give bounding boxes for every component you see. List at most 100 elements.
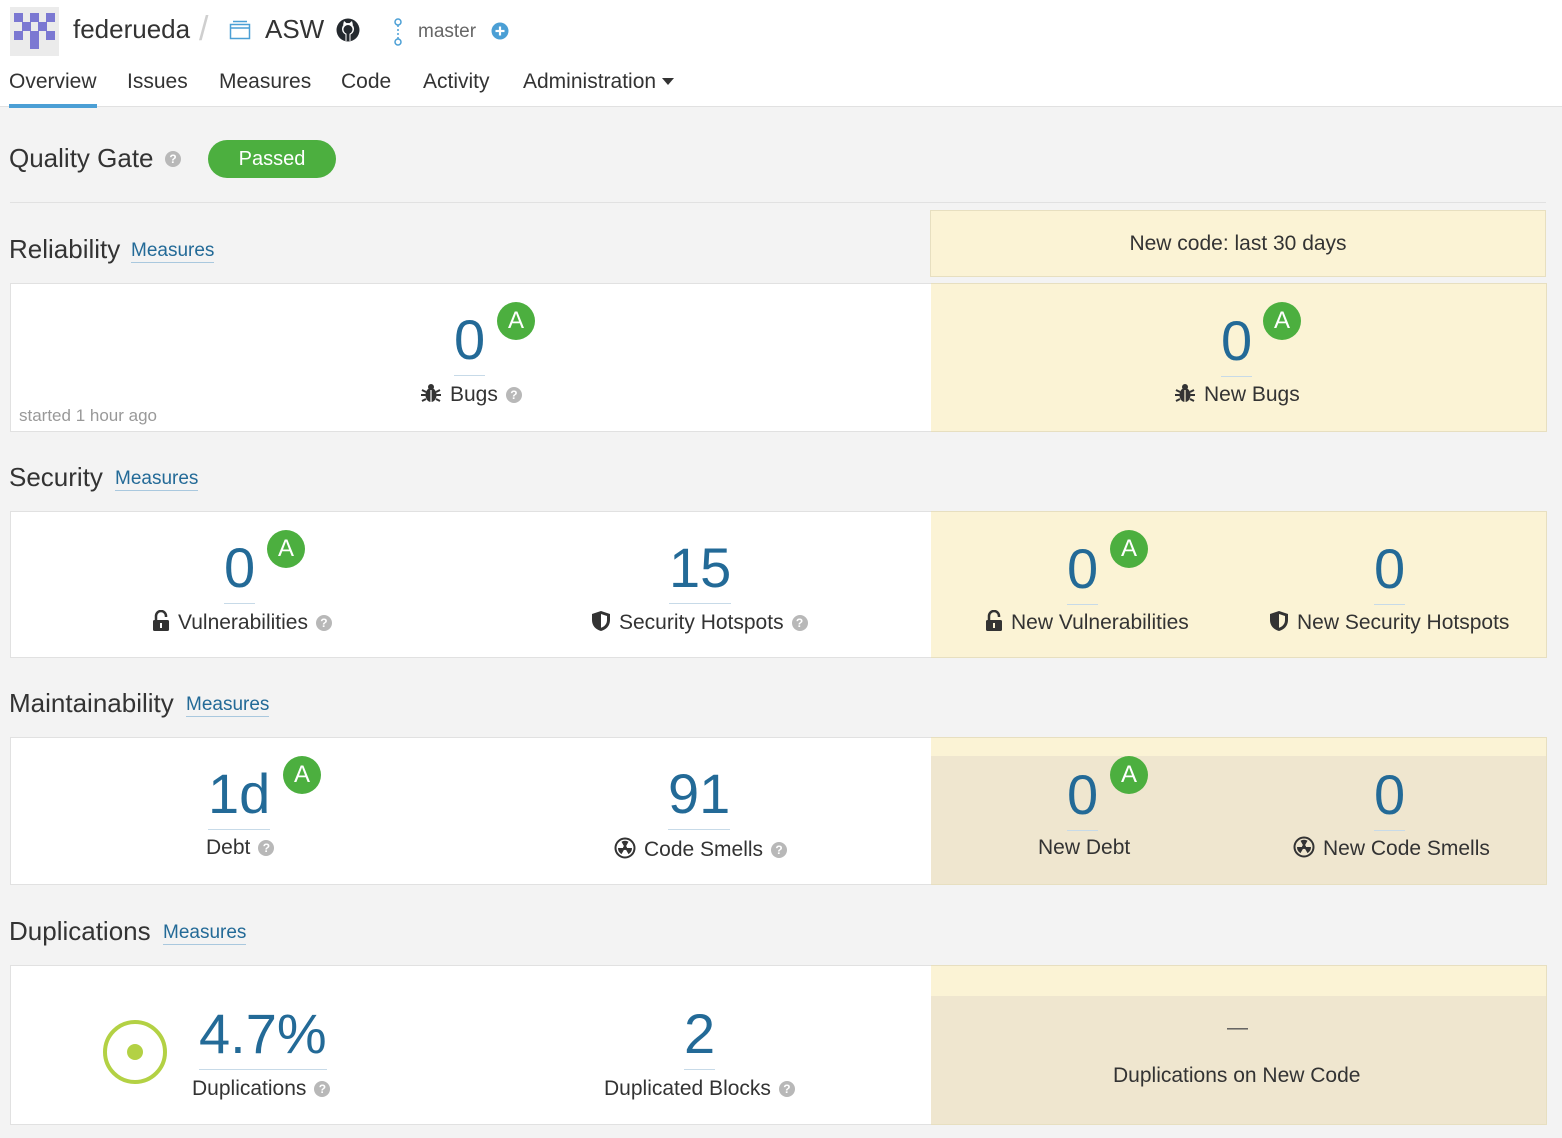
shield-icon (592, 611, 610, 631)
tab-administration-label: Administration (523, 70, 657, 93)
duplications-donut-icon (103, 1020, 167, 1084)
bugs-value-text: 0 (454, 308, 486, 371)
maintainability-title: Maintainability (9, 688, 174, 718)
duplicated-blocks-value[interactable]: 2 (684, 1002, 716, 1070)
new-debt-value[interactable]: 0 (1067, 763, 1099, 831)
code-smells-value[interactable]: 91 (668, 762, 731, 830)
help-icon[interactable]: ? (778, 1081, 795, 1097)
tab-measures[interactable]: Measures (219, 70, 311, 104)
project-header: federueda / ASW master Overview Issues M… (0, 0, 1562, 108)
help-icon[interactable]: ? (791, 615, 808, 631)
org-avatar[interactable] (10, 7, 59, 56)
debt-label-text: Debt (206, 836, 251, 859)
reliability-panel: 0 A Bugs? started 1 hour ago 0 A New Bug… (10, 283, 1547, 432)
vulnerabilities-label-text: Vulnerabilities (178, 611, 308, 634)
tab-issues[interactable]: Issues (127, 70, 188, 104)
debt-value-text: 1d (208, 762, 271, 825)
branch-name[interactable]: master (418, 21, 476, 43)
tab-code[interactable]: Code (341, 70, 391, 104)
github-icon[interactable] (335, 17, 361, 43)
new-bugs-rating[interactable]: A (1263, 302, 1301, 340)
new-bugs-value-text: 0 (1221, 309, 1253, 372)
new-vulnerabilities-rating[interactable]: A (1110, 530, 1148, 568)
duplications-panel: 4.7% Duplications? 2 Duplicated Blocks? … (10, 965, 1547, 1125)
vulnerabilities-rating[interactable]: A (267, 530, 305, 568)
reliability-measures-link[interactable]: Measures (131, 240, 215, 263)
help-icon[interactable]: ? (315, 615, 332, 631)
vulnerabilities-label: Vulnerabilities? (152, 610, 332, 635)
help-icon[interactable]: ? (505, 387, 522, 403)
debt-label: Debt? (206, 836, 275, 860)
new-security-hotspots-label-text: New Security Hotspots (1297, 611, 1510, 634)
vulnerabilities-value-text: 0 (224, 536, 256, 599)
new-security-hotspots-value[interactable]: 0 (1374, 537, 1406, 605)
help-icon[interactable]: ? (165, 151, 181, 167)
security-title: Security (9, 462, 103, 492)
new-security-hotspots-label: New Security Hotspots (1269, 610, 1509, 635)
maintainability-panel: 1d A Debt? 91 Code Smells? 0 A New Debt … (10, 737, 1547, 885)
new-debt-value-text: 0 (1067, 763, 1099, 826)
new-debt-label: New Debt (1038, 836, 1131, 859)
help-icon[interactable]: ? (771, 842, 788, 858)
security-hotspots-label: Security Hotspots? (591, 610, 808, 635)
tab-activity[interactable]: Activity (423, 70, 490, 104)
duplications-new-code-value: — (1227, 1016, 1248, 1039)
tab-overview[interactable]: Overview (9, 70, 97, 108)
maintainability-new-code: 0 A New Debt 0 New Code Smells (931, 737, 1547, 885)
new-bugs-label: New Bugs (1174, 382, 1300, 407)
security-hotspots-value[interactable]: 15 (669, 536, 732, 604)
duplicated-blocks-label: Duplicated Blocks? (604, 1077, 795, 1101)
new-vulnerabilities-value-text: 0 (1067, 537, 1099, 600)
new-code-smells-value[interactable]: 0 (1374, 763, 1406, 831)
duplications-label: Duplications? (192, 1077, 331, 1101)
code-smell-icon (614, 837, 636, 859)
reliability-new-code: 0 A New Bugs (931, 283, 1547, 432)
new-code-smells-value-text: 0 (1374, 763, 1406, 826)
bugs-value[interactable]: 0 (454, 308, 486, 376)
analysis-time: started 1 hour ago (19, 406, 157, 425)
code-smell-icon (1293, 836, 1315, 858)
help-icon[interactable]: ? (258, 840, 275, 856)
chevron-down-icon (662, 78, 675, 85)
debt-value[interactable]: 1d (208, 762, 271, 830)
security-measures-link[interactable]: Measures (115, 468, 199, 491)
new-debt-rating[interactable]: A (1110, 756, 1148, 794)
duplications-value[interactable]: 4.7% (199, 1004, 327, 1070)
quality-gate-status-badge: Passed (208, 140, 336, 178)
tab-administration[interactable]: Administration (523, 70, 675, 104)
lock-icon (153, 610, 169, 631)
project-name[interactable]: ASW (265, 14, 324, 45)
reliability-title: Reliability (9, 234, 121, 264)
duplications-new-code: — Duplications on New Code (931, 965, 1547, 1125)
security-new-code: 0 A New Vulnerabilities 0 New Security H… (931, 511, 1547, 658)
bugs-label-text: Bugs (450, 383, 498, 406)
new-bugs-value[interactable]: 0 (1221, 309, 1253, 377)
bug-icon (1175, 384, 1195, 402)
new-vulnerabilities-value[interactable]: 0 (1067, 537, 1099, 605)
code-smells-label-text: Code Smells (644, 838, 764, 861)
duplications-new-code-label: Duplications on New Code (1113, 1064, 1361, 1087)
new-code-smells-label: New Code Smells (1293, 836, 1490, 861)
debt-rating[interactable]: A (283, 756, 321, 794)
security-hotspots-label-text: Security Hotspots (619, 611, 784, 634)
code-smells-label: Code Smells? (614, 837, 788, 862)
code-smells-value-text: 91 (668, 762, 731, 825)
bug-icon (421, 384, 441, 402)
project-icon (229, 20, 251, 40)
bugs-rating[interactable]: A (497, 302, 535, 340)
add-branch-icon[interactable] (491, 22, 509, 40)
new-vulnerabilities-label: New Vulnerabilities (985, 610, 1189, 635)
vulnerabilities-value[interactable]: 0 (224, 536, 256, 604)
duplications-measures-link[interactable]: Measures (163, 922, 247, 945)
org-name[interactable]: federueda (73, 14, 190, 45)
new-security-hotspots-value-text: 0 (1374, 537, 1406, 600)
security-hotspots-value-text: 15 (669, 536, 732, 599)
bugs-label: Bugs? (420, 382, 522, 407)
duplications-title: Duplications (9, 916, 151, 946)
maintainability-measures-link[interactable]: Measures (186, 694, 270, 717)
breadcrumb-separator: / (199, 10, 209, 48)
duplicated-blocks-value-text: 2 (684, 1002, 716, 1065)
quality-gate-title: Quality Gate (9, 143, 154, 173)
shield-icon (1270, 611, 1288, 631)
help-icon[interactable]: ? (314, 1081, 331, 1097)
